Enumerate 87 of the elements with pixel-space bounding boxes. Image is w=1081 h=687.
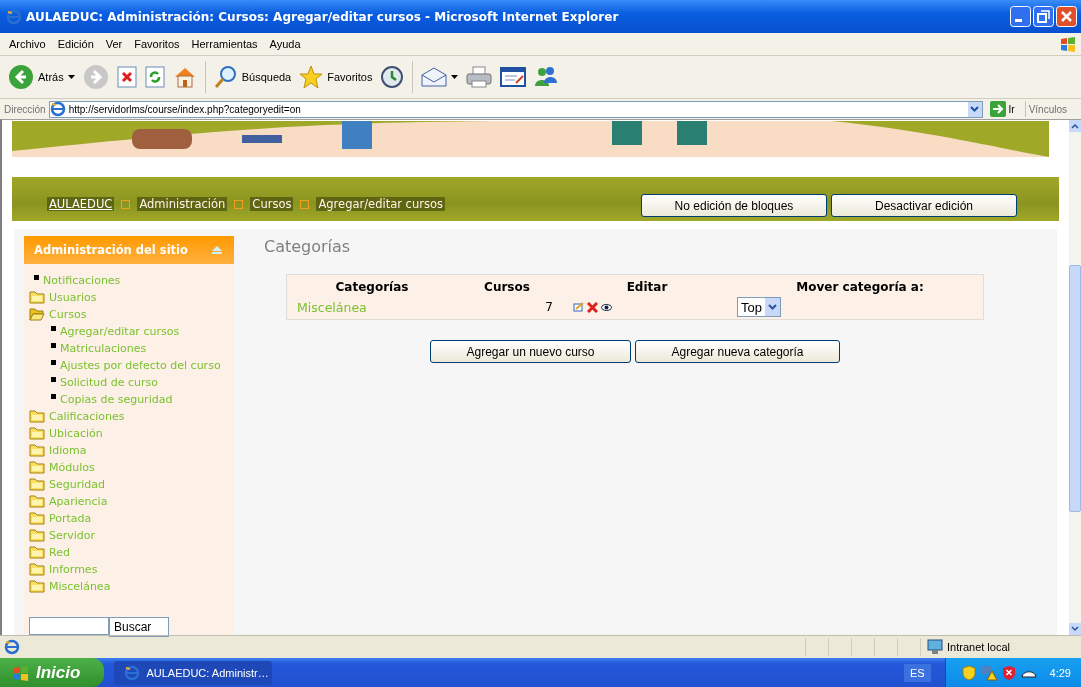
section-heading: Categorías bbox=[264, 237, 352, 256]
stop-icon bbox=[116, 66, 137, 88]
up-arrow-icon bbox=[1069, 120, 1081, 132]
windows-logo-icon bbox=[1059, 36, 1077, 52]
favorites-button[interactable]: Favoritos bbox=[299, 65, 373, 89]
breadcrumb-link[interactable]: Administración bbox=[137, 197, 228, 211]
window-title: AULAEDUC: Administración: Cursos: Agregar/editar cursos - Microsoft Internet Explorer bbox=[26, 9, 620, 24]
menu-item[interactable]: Ver bbox=[100, 38, 128, 50]
close-icon[interactable] bbox=[1056, 6, 1077, 27]
breadcrumb-link[interactable]: AULAEDUC bbox=[47, 197, 115, 211]
menu-item[interactable]: Archivo bbox=[4, 38, 51, 50]
arrow-icon bbox=[989, 101, 1006, 117]
menu-item[interactable]: Ayuda bbox=[264, 38, 306, 50]
eye-icon[interactable] bbox=[601, 303, 612, 311]
action-button[interactable]: Agregar nueva categoría bbox=[635, 340, 840, 363]
history-button[interactable] bbox=[380, 65, 405, 89]
zone-label: Intranet local bbox=[947, 641, 1010, 653]
edit-button[interactable] bbox=[500, 66, 527, 88]
square-icon bbox=[121, 199, 131, 209]
scroll-thumb[interactable] bbox=[1069, 265, 1081, 512]
history-icon bbox=[380, 65, 405, 89]
search-field[interactable] bbox=[29, 617, 109, 635]
people-icon bbox=[534, 66, 559, 88]
menu-item[interactable]: Favoritos bbox=[129, 38, 185, 50]
network-warning-icon[interactable] bbox=[980, 664, 997, 681]
clock: 4:29 bbox=[1049, 666, 1071, 679]
windows-logo-icon bbox=[12, 664, 30, 681]
menu-item[interactable]: Herramientas bbox=[186, 38, 263, 50]
bullet-icon bbox=[51, 394, 56, 399]
edit-mode-button[interactable]: No edición de bloques bbox=[641, 194, 827, 217]
bullet-icon bbox=[51, 326, 56, 331]
refresh-button[interactable] bbox=[144, 66, 165, 88]
column-header: Editar bbox=[625, 280, 669, 294]
sidebar-header: Administración del sitio bbox=[24, 236, 234, 264]
square-icon bbox=[300, 199, 310, 209]
search-icon bbox=[213, 65, 238, 89]
go-button[interactable]: Ir bbox=[985, 101, 1026, 117]
bullet-icon bbox=[51, 343, 56, 348]
column-header: Categorías bbox=[334, 280, 410, 294]
links-label[interactable]: Vínculos bbox=[1028, 103, 1077, 115]
caret-icon bbox=[67, 75, 75, 79]
edit-icon[interactable] bbox=[573, 302, 584, 312]
printer-icon bbox=[466, 66, 493, 88]
shield-icon[interactable] bbox=[961, 664, 976, 681]
chevron-icon bbox=[764, 298, 780, 316]
move-dropdown[interactable]: Top bbox=[737, 297, 781, 317]
page-icon bbox=[4, 639, 20, 655]
taskbar-button[interactable]: AULAEDUC: Administr… bbox=[114, 660, 273, 685]
caret-icon bbox=[451, 75, 459, 79]
envelope-icon bbox=[421, 67, 448, 87]
bullet-icon bbox=[34, 275, 39, 280]
browser-icon bbox=[6, 8, 22, 25]
breadcrumb-link[interactable]: Cursos bbox=[250, 197, 294, 211]
language-indicator[interactable]: ES bbox=[903, 663, 931, 682]
edit-mode-button[interactable]: Desactivar edición bbox=[831, 194, 1017, 217]
search-button[interactable]: Búsqueda bbox=[213, 65, 292, 89]
course-count: 7 bbox=[544, 300, 554, 314]
menu-item[interactable]: Edición bbox=[52, 38, 99, 50]
back-button[interactable]: Atrás bbox=[8, 64, 75, 90]
column-header: Mover categoría a: bbox=[795, 280, 925, 294]
address-label: Dirección bbox=[4, 103, 46, 115]
start-button[interactable]: Inicio bbox=[0, 658, 105, 687]
bullet-icon bbox=[51, 377, 56, 382]
down-arrow-icon bbox=[1069, 623, 1081, 635]
dropdown-button[interactable] bbox=[967, 101, 982, 117]
star-icon bbox=[299, 65, 324, 89]
stop-button[interactable] bbox=[116, 66, 137, 88]
security-alert-icon[interactable] bbox=[1001, 664, 1016, 681]
chevron-icon bbox=[970, 106, 980, 112]
page-icon bbox=[49, 101, 66, 117]
square-icon bbox=[234, 199, 244, 209]
print-button[interactable] bbox=[466, 66, 493, 88]
column-header: Cursos bbox=[483, 280, 531, 294]
action-button[interactable]: Agregar un nuevo curso bbox=[430, 340, 631, 363]
search-button[interactable]: Buscar bbox=[109, 617, 169, 637]
messenger-button[interactable] bbox=[534, 66, 559, 88]
bullet-icon bbox=[51, 360, 56, 365]
edit-page-icon bbox=[500, 66, 527, 88]
mail-button[interactable] bbox=[421, 67, 459, 87]
restore-icon[interactable] bbox=[1033, 6, 1054, 27]
refresh-icon bbox=[144, 66, 165, 88]
minimize-icon[interactable] bbox=[1010, 6, 1031, 27]
address-field[interactable]: http://servidorlms/course/index.php?categoryedit=on bbox=[48, 100, 983, 118]
breadcrumb-link[interactable]: Agregar/editar cursos bbox=[316, 197, 445, 211]
browser-icon bbox=[124, 664, 141, 681]
delete-icon[interactable] bbox=[587, 301, 598, 313]
scrollbar[interactable] bbox=[1069, 120, 1081, 635]
